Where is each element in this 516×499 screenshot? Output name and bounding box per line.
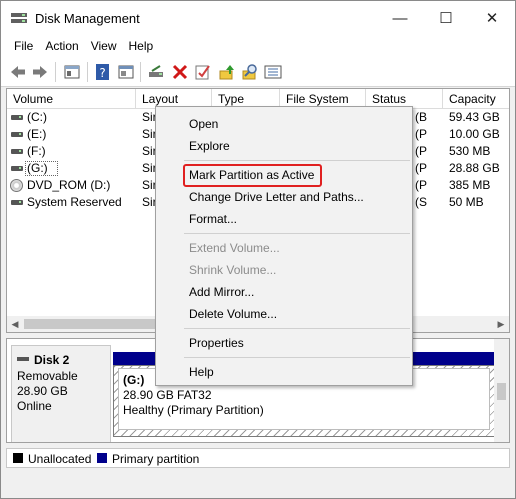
vertical-scroll-thumb[interactable] <box>497 383 506 400</box>
menu-file[interactable]: File <box>8 39 39 53</box>
volume-status: (P <box>415 178 427 192</box>
volume-name: (G:) <box>27 161 48 175</box>
help-icon[interactable]: ? <box>94 63 112 81</box>
menu-item-properties[interactable]: Properties <box>156 332 412 354</box>
disk-management-window: Disk Management — ☐ ✕ File Action View H… <box>0 0 516 499</box>
volume-status: (P <box>415 144 427 158</box>
delete-icon[interactable] <box>171 63 189 81</box>
disk-icon <box>11 132 23 137</box>
maximize-icon: ☐ <box>439 10 453 27</box>
show-hide-console-tree-icon[interactable] <box>63 63 81 81</box>
volume-capacity: 28.88 GB <box>449 161 500 175</box>
disk-icon <box>11 115 23 120</box>
context-menu: Open Explore Mark Partition as Active Ch… <box>155 106 413 386</box>
connect-drive-icon[interactable] <box>147 63 165 81</box>
menu-item-delete-volume[interactable]: Delete Volume... <box>156 303 412 325</box>
partition-detail: 28.90 GB FAT32 <box>123 388 212 402</box>
vertical-scrollbar[interactable] <box>494 339 509 442</box>
volume-status: (S <box>415 195 427 209</box>
menu-item-help[interactable]: Help <box>156 361 412 383</box>
volume-capacity: 50 MB <box>449 195 484 209</box>
disk-icon <box>11 166 23 171</box>
disk-size: 28.90 GB <box>17 384 68 398</box>
partition-label: (G:) <box>123 373 145 387</box>
back-icon[interactable] <box>9 63 27 81</box>
disk-name: Disk 2 <box>34 353 70 367</box>
legend: Unallocated Primary partition <box>6 448 510 468</box>
partition-health: Healthy (Primary Partition) <box>123 403 264 417</box>
volume-capacity: 530 MB <box>449 144 491 158</box>
volume-name: DVD_ROM (D:) <box>27 178 111 192</box>
horizontal-scroll-thumb[interactable] <box>24 319 164 329</box>
minimize-icon: — <box>392 9 408 27</box>
properties-icon[interactable] <box>117 63 135 81</box>
cd-icon <box>10 179 23 192</box>
check-icon[interactable] <box>194 63 212 81</box>
export-icon[interactable] <box>218 63 236 81</box>
menu-item-explore[interactable]: Explore <box>156 135 412 157</box>
close-button[interactable]: ✕ <box>469 1 515 35</box>
minimize-button[interactable]: — <box>377 1 423 35</box>
status-bar <box>1 471 515 498</box>
scroll-left-icon[interactable]: ◀ <box>7 316 23 332</box>
disk-icon <box>11 200 23 205</box>
volume-status: (P <box>415 127 427 141</box>
column-header-volume[interactable]: Volume <box>7 89 136 109</box>
volume-capacity: 385 MB <box>449 178 491 192</box>
volume-capacity: 59.43 GB <box>449 110 500 124</box>
menu-bar: File Action View Help <box>1 35 515 57</box>
volume-name: (E:) <box>27 127 47 141</box>
toolbar: ? <box>1 57 515 87</box>
legend-unallocated: Unallocated <box>28 452 92 466</box>
title-bar: Disk Management — ☐ ✕ <box>1 1 515 35</box>
unallocated-swatch <box>13 453 23 463</box>
disk-icon <box>11 149 23 154</box>
column-header-capacity[interactable]: Capacity <box>443 89 509 109</box>
scroll-right-icon[interactable]: ▶ <box>493 316 509 332</box>
menu-item-format[interactable]: Format... <box>156 208 412 230</box>
disk-kind: Removable <box>17 369 78 383</box>
volume-capacity: 10.00 GB <box>449 127 500 141</box>
disk-2-label[interactable]: Disk 2 Removable 28.90 GB Online <box>11 345 111 442</box>
svg-text:?: ? <box>99 66 105 80</box>
disk-icon <box>17 357 29 361</box>
search-icon[interactable] <box>241 63 259 81</box>
menu-item-open[interactable]: Open <box>156 113 412 135</box>
menu-item-add-mirror[interactable]: Add Mirror... <box>156 281 412 303</box>
menu-item-extend-volume: Extend Volume... <box>189 241 280 255</box>
forward-icon[interactable] <box>31 63 49 81</box>
volume-status: (B <box>415 110 427 124</box>
window-title: Disk Management <box>35 11 140 26</box>
volume-name: (F:) <box>27 144 46 158</box>
list-view-icon[interactable] <box>264 63 282 81</box>
maximize-button[interactable]: ☐ <box>423 1 469 35</box>
disk-management-app-icon <box>11 13 27 23</box>
menu-help[interactable]: Help <box>123 39 160 53</box>
legend-primary-partition: Primary partition <box>112 452 200 466</box>
menu-item-shrink-volume: Shrink Volume... <box>189 263 277 277</box>
volume-name: (C:) <box>27 110 47 124</box>
close-icon: ✕ <box>485 10 499 27</box>
menu-item-change-drive-letter[interactable]: Change Drive Letter and Paths... <box>156 186 412 208</box>
volume-name: System Reserved <box>27 195 122 209</box>
menu-view[interactable]: View <box>85 39 123 53</box>
disk-state: Online <box>17 399 52 413</box>
menu-action[interactable]: Action <box>39 39 84 53</box>
volume-status: (P <box>415 161 427 175</box>
primary-partition-swatch <box>97 453 107 463</box>
highlight-box <box>183 164 322 187</box>
